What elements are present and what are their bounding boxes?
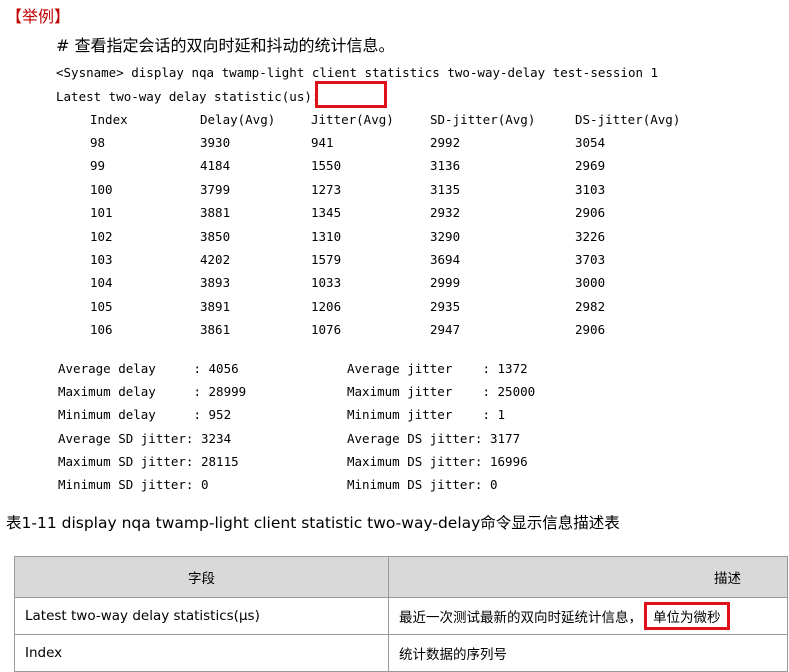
stats-cell: 2969 bbox=[575, 158, 606, 174]
stats-cell: 3054 bbox=[575, 135, 606, 150]
table-row: Latest two-way delay statistics(μs) 最近一次… bbox=[14, 597, 788, 635]
unit-highlight-box bbox=[315, 81, 387, 108]
row-description-text: 最近一次测试最新的双向时延统计信息， bbox=[399, 610, 642, 626]
stats-cell: 1033 bbox=[311, 275, 342, 291]
stats-header-cell: Index bbox=[90, 112, 128, 127]
table-row: Index 统计数据的序列号 bbox=[14, 634, 788, 672]
stats-cell: 3135 bbox=[430, 181, 461, 197]
stats-cell: 4202 bbox=[200, 252, 231, 267]
stats-cell: 2999 bbox=[430, 275, 461, 291]
stats-cell: 2932 bbox=[430, 205, 461, 221]
stats-cell: 102 bbox=[90, 228, 113, 244]
stats-cell: 3861 bbox=[200, 322, 231, 338]
stats-cell: 2947 bbox=[430, 322, 461, 338]
summary-line: Maximum jitter : 25000 bbox=[347, 384, 536, 400]
description-table: 字段 描述 Latest two-way delay statistics(μs… bbox=[14, 556, 788, 672]
stats-cell: 3103 bbox=[575, 181, 606, 197]
stats-cell: 2935 bbox=[430, 298, 461, 314]
stats-cell: 3694 bbox=[430, 252, 461, 267]
summary-line: Average jitter : 1372 bbox=[347, 361, 528, 376]
stats-cell: 3000 bbox=[575, 275, 606, 291]
summary-line: Maximum SD jitter: 28115 bbox=[58, 453, 239, 469]
stats-cell: 3226 bbox=[575, 228, 606, 244]
summary-line: Average DS jitter: 3177 bbox=[347, 430, 521, 446]
latest-statistics-label: Latest two-way delay statistic bbox=[56, 89, 282, 104]
stats-cell: 3891 bbox=[200, 298, 231, 314]
stats-cell: 3881 bbox=[200, 205, 231, 221]
stats-cell: 1273 bbox=[311, 181, 342, 197]
example-heading: 【举例】 bbox=[6, 7, 71, 26]
summary-line: Average SD jitter: 3234 bbox=[58, 430, 232, 446]
latest-statistics-unit: (us): bbox=[281, 89, 320, 104]
stats-cell: 3850 bbox=[200, 228, 231, 244]
row-field: Latest two-way delay statistics(μs) bbox=[14, 597, 389, 635]
latest-statistics-line: Latest two-way delay statistic(us): bbox=[56, 89, 319, 105]
stats-cell: 105 bbox=[90, 298, 113, 314]
example-subtitle: # 查看指定会话的双向时延和抖动的统计信息。 bbox=[56, 36, 395, 55]
stats-cell: 99 bbox=[90, 158, 106, 174]
summary-line: Minimum DS jitter: 0 bbox=[347, 477, 498, 492]
description-table-header: 字段 描述 bbox=[14, 556, 788, 598]
summary-line: Minimum delay : 952 bbox=[58, 407, 232, 423]
summary-line: Maximum DS jitter: 16996 bbox=[347, 453, 528, 469]
stats-cell: 98 bbox=[90, 135, 106, 150]
stats-cell: 3799 bbox=[200, 181, 231, 197]
stats-cell: 3893 bbox=[200, 275, 231, 291]
command-line: <Sysname> display nqa twamp-light client… bbox=[56, 65, 659, 80]
stats-cell: 3703 bbox=[575, 252, 606, 267]
stats-cell: 104 bbox=[90, 275, 113, 291]
stats-cell: 1206 bbox=[311, 298, 342, 314]
stats-cell: 1345 bbox=[311, 205, 342, 221]
stats-cell: 106 bbox=[90, 322, 113, 338]
summary-line: Maximum delay : 28999 bbox=[58, 384, 247, 400]
stats-cell: 2992 bbox=[430, 135, 461, 150]
summary-line: Minimum jitter : 1 bbox=[347, 407, 506, 423]
summary-line: Minimum SD jitter: 0 bbox=[58, 477, 209, 492]
stats-cell: 3290 bbox=[430, 228, 461, 244]
stats-cell: 103 bbox=[90, 252, 113, 267]
stats-header-cell: Jitter(Avg) bbox=[311, 112, 394, 127]
summary-line: Average delay : 4056 bbox=[58, 361, 239, 376]
header-description: 描述 bbox=[388, 556, 788, 598]
stats-header-cell: DS-jitter(Avg) bbox=[575, 112, 681, 127]
header-field: 字段 bbox=[14, 556, 389, 598]
row-field: Index bbox=[14, 634, 389, 672]
stats-header-cell: SD-jitter(Avg) bbox=[430, 112, 536, 127]
stats-cell: 3930 bbox=[200, 135, 231, 150]
table-caption: 表1-11 display nqa twamp-light client sta… bbox=[6, 514, 620, 532]
stats-cell: 1076 bbox=[311, 322, 342, 338]
row-description: 最近一次测试最新的双向时延统计信息， 单位为微秒 bbox=[388, 597, 788, 635]
stats-header-cell: Delay(Avg) bbox=[200, 112, 276, 127]
stats-cell: 101 bbox=[90, 205, 113, 221]
row-description: 统计数据的序列号 bbox=[388, 634, 788, 672]
stats-cell: 2906 bbox=[575, 322, 606, 338]
stats-cell: 4184 bbox=[200, 158, 231, 174]
stats-cell: 1550 bbox=[311, 158, 342, 174]
stats-cell: 2982 bbox=[575, 298, 606, 314]
stats-cell: 100 bbox=[90, 181, 113, 197]
stats-cell: 941 bbox=[311, 135, 334, 150]
stats-cell: 1310 bbox=[311, 228, 342, 244]
stats-cell: 1579 bbox=[311, 252, 342, 267]
stats-cell: 2906 bbox=[575, 205, 606, 221]
stats-cell: 3136 bbox=[430, 158, 461, 174]
unit-highlight-text: 单位为微秒 bbox=[644, 602, 730, 630]
